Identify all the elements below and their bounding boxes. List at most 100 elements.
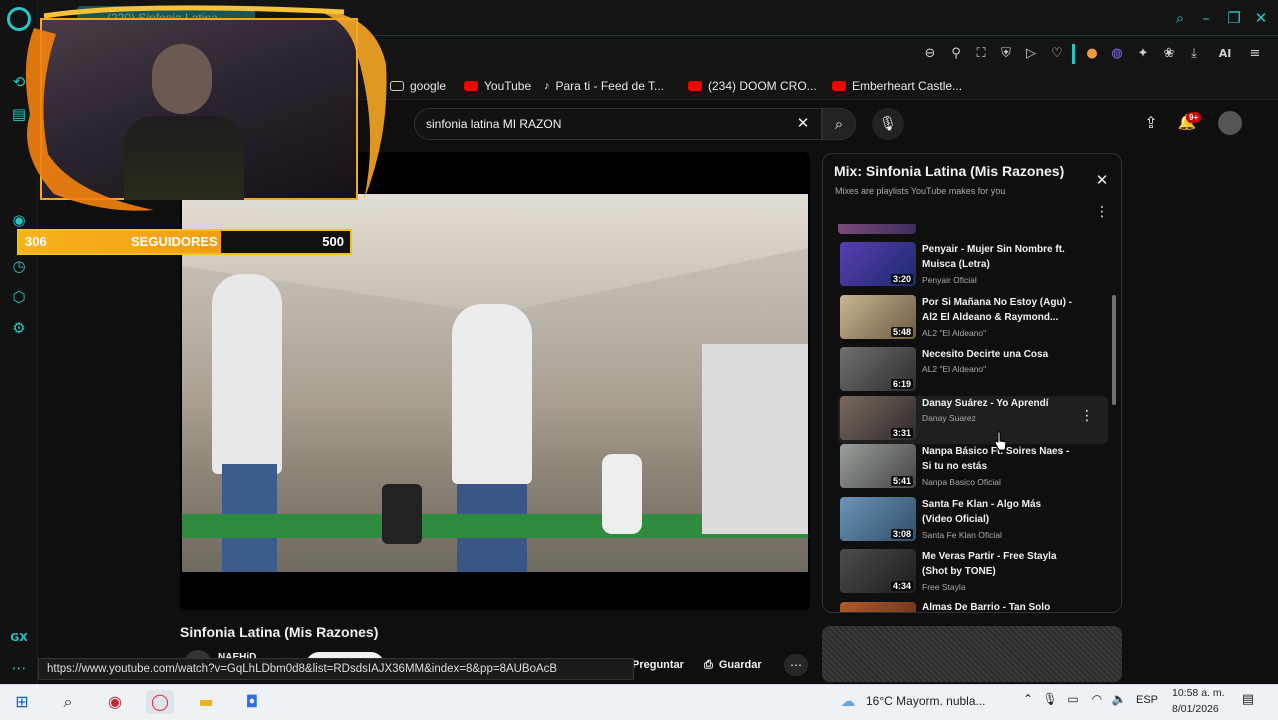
clock-time[interactable]: 10:58 a. m. <box>1172 687 1225 699</box>
bookmark-label: Emberheart Castle... <box>852 79 963 93</box>
tray-expand-icon[interactable]: ⌃ <box>1018 692 1038 712</box>
search-icon[interactable]: ⌕ <box>54 690 82 714</box>
bookmark-youtube[interactable]: YouTube <box>464 77 531 95</box>
youtube-icon <box>688 81 702 91</box>
search-button[interactable]: ⌕ <box>822 108 856 140</box>
mouse-cursor-icon <box>994 431 1007 451</box>
playlist-title[interactable]: Mix: Sinfonia Latina (Mis Razones) <box>834 163 1064 179</box>
save-button[interactable]: ⎙ Guardar <box>704 654 762 676</box>
playlist-thumbnail: 5:41 <box>840 444 916 488</box>
folder-icon <box>390 81 404 91</box>
duration-badge: 3:08 <box>890 529 913 539</box>
more-actions-icon[interactable]: ⋯ <box>784 654 808 676</box>
snapshot-icon[interactable]: ⛶ <box>971 44 991 64</box>
heart-icon[interactable]: ♡ <box>1047 44 1067 64</box>
file-explorer-icon[interactable]: ▬ <box>192 690 220 714</box>
video-title: Sinfonia Latina (Mis Razones) <box>180 624 379 640</box>
playlist-item[interactable]: 4:34 Me Veras Partir - Free Stayla (Shot … <box>838 549 1108 597</box>
avatar[interactable] <box>1218 111 1242 135</box>
bookmark-doom[interactable]: (234) DOOM CRO... <box>688 77 817 95</box>
weather-icon[interactable]: ☁ <box>836 692 860 712</box>
more-icon[interactable]: ⋯ <box>9 658 29 678</box>
play-icon[interactable]: ▷ <box>1021 44 1041 64</box>
weather-text[interactable]: 16°C Mayorm. nubla... <box>866 694 986 708</box>
playlist-subtitle: Mixes are playlists YouTube makes for yo… <box>835 186 1006 196</box>
playlist-thumbnail: 6:19 <box>840 347 916 391</box>
battery-icon[interactable]: ▭ <box>1064 692 1082 712</box>
extensions-icon[interactable]: ⬡ <box>9 287 29 307</box>
save-label: Guardar <box>718 659 762 671</box>
playlist-thumbnail: 4:34 <box>840 549 916 593</box>
playlist-thumbnail: 5:48 <box>840 295 916 339</box>
playlist-thumbnail <box>840 602 916 612</box>
start-icon[interactable]: ⊞ <box>8 690 36 714</box>
playlist-item-title: Necesito Decirte una Cosa <box>922 349 1049 360</box>
volume-icon[interactable]: 🔈 <box>1110 692 1128 712</box>
close-window-icon[interactable]: ✕ <box>1251 8 1271 28</box>
clock-date[interactable]: 8/01/2026 <box>1172 703 1219 715</box>
flame-top <box>43 5 345 19</box>
opera-gx-app-icon[interactable]: ◉ <box>101 690 129 714</box>
clock-icon[interactable]: ◷ <box>9 256 29 276</box>
menu-icon[interactable]: ≡ <box>1245 44 1265 64</box>
bookmark-tiktok[interactable]: ♪ Para ti - Feed de T... <box>544 77 664 95</box>
duration-badge: 6:19 <box>890 379 913 389</box>
duration-badge: 4:34 <box>890 581 913 591</box>
bookmark-emberheart[interactable]: Emberheart Castle... <box>832 77 962 95</box>
opera-app-icon[interactable]: ◯ <box>146 690 174 714</box>
upload-icon[interactable]: ⇪ <box>1140 113 1162 135</box>
ad-panel <box>822 626 1122 682</box>
download-icon[interactable]: ⤓ <box>1184 44 1204 64</box>
gx-corner-label[interactable]: GX <box>9 628 29 648</box>
voice-search-button[interactable]: 🎙 <box>872 108 904 140</box>
fire-frame <box>25 5 387 211</box>
playlist-item[interactable]: Almas De Barrio - Tan Solo <box>838 602 1108 612</box>
clear-search-icon[interactable]: ✕ <box>794 113 812 133</box>
playlist-scrollbar[interactable] <box>1112 295 1116 405</box>
playlist-thumbnail: 3:31 <box>840 396 916 440</box>
maximize-icon[interactable]: ❐ <box>1224 8 1244 28</box>
extension-icon[interactable]: ❀ <box>1159 44 1179 64</box>
mic-icon: 🎙 <box>879 116 897 132</box>
playlist-item[interactable]: 3:08 Santa Fe Klan - Algo Más (Video Ofic… <box>838 497 1108 545</box>
playlist-item[interactable]: 3:20 Penyair - Mujer Sin Nombre ft. Muisc… <box>838 242 1108 290</box>
bookmark-google[interactable]: google <box>390 77 446 95</box>
puzzle-icon[interactable]: ✦ <box>1133 44 1153 64</box>
app-icon[interactable]: ◘ <box>238 690 266 714</box>
playlist-item-channel: Free Stayla <box>922 582 966 592</box>
ai-button[interactable]: AI <box>1210 44 1240 64</box>
messenger-icon[interactable]: ◍ <box>1107 44 1127 64</box>
playlist-menu-icon[interactable]: ⋮ <box>1094 204 1110 222</box>
notifications-center-icon[interactable]: ▤ <box>1238 692 1258 712</box>
search-query[interactable]: sinfonia latina MI RAZON <box>426 115 786 133</box>
flame-left <box>25 28 155 211</box>
color-extension-icon[interactable]: ● <box>1082 44 1102 64</box>
ask-label: Preguntar <box>632 659 684 671</box>
followers-goal: 500 <box>322 234 344 249</box>
zoom-out-icon[interactable]: ⊖ <box>920 44 940 64</box>
microphone-icon[interactable]: 🎙 <box>1042 692 1058 712</box>
audience-member <box>602 454 642 534</box>
language-indicator[interactable]: ESP <box>1136 694 1158 706</box>
minimize-icon[interactable]: – <box>1196 8 1216 28</box>
playlist-item[interactable]: 6:19 Necesito Decirte una Cosa AL2 "El Ald… <box>838 347 1108 395</box>
pin-icon[interactable]: ⚲ <box>946 44 966 64</box>
playlist-item-title: Penyair - Mujer Sin Nombre ft. Muisca (L… <box>922 244 1065 270</box>
audience-member <box>382 484 422 544</box>
duration-badge: 3:31 <box>890 428 913 438</box>
shield-icon[interactable]: ⛨ <box>996 44 1016 64</box>
wifi-icon[interactable]: ◠ <box>1088 692 1106 712</box>
settings-icon[interactable]: ⚙ <box>9 318 29 338</box>
playlist-item[interactable]: 5:41 Nanpa Básico Ft. Soires Naes - Si tu… <box>838 444 1108 492</box>
ask-button[interactable]: Preguntar <box>632 654 684 676</box>
playlist-item[interactable]: 3:31 Danay Suárez - Yo Aprendí Danay Suare… <box>838 396 1108 444</box>
close-playlist-icon[interactable]: ✕ <box>1092 170 1112 190</box>
item-menu-icon[interactable]: ⋮ <box>1080 408 1094 424</box>
tent-wall <box>702 344 808 534</box>
search-tabs-icon[interactable]: ⌕ <box>1170 8 1190 28</box>
bookmark-label: (234) DOOM CRO... <box>708 79 817 93</box>
status-bar-url: https://www.youtube.com/watch?v=GqLhLDbm… <box>38 658 634 680</box>
playlist-item[interactable]: 5:48 Por Si Mañana No Estoy (Agu) - Al2 E… <box>838 295 1108 343</box>
playlist-item-channel: AL2 "El Aldeano" <box>922 364 987 374</box>
tiktok-icon: ♪ <box>544 80 550 92</box>
